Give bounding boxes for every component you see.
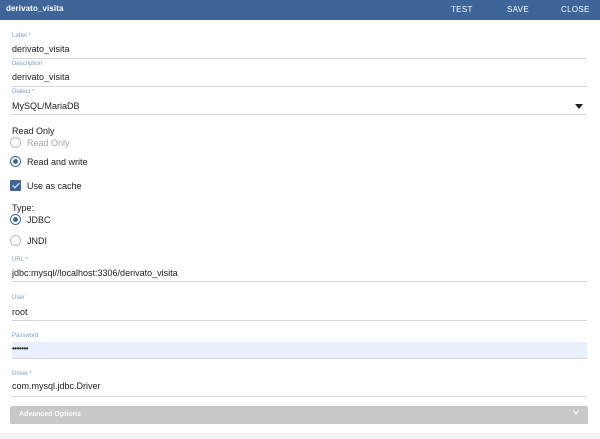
label-field-label: Label *	[12, 33, 31, 39]
description-field-label: Description	[12, 61, 43, 67]
label-field-value[interactable]: derivato_visita	[12, 44, 70, 54]
driver-field[interactable]: Driver * com.mysql.jdbc.Driver	[12, 371, 587, 397]
title-bar: derivato_visita TEST SAVE CLOSE	[0, 0, 600, 20]
radio-unchecked-icon[interactable]	[10, 137, 21, 148]
password-autofill-background	[12, 342, 587, 358]
url-field-value[interactable]: jdbc:mysql//localhost:3306/derivato_visi…	[12, 268, 178, 278]
window-title: derivato_visita	[6, 4, 64, 13]
url-field-underline	[12, 281, 587, 282]
test-button[interactable]: TEST	[451, 5, 473, 14]
datasource-form: Label * derivato_visita Description deri…	[0, 20, 600, 433]
password-field[interactable]: Password •••••••	[12, 333, 587, 359]
chevron-down-icon[interactable]	[572, 408, 580, 416]
radio-read-and-write-label: Read and write	[27, 157, 88, 167]
description-field-underline	[12, 86, 587, 87]
advanced-options-panel[interactable]: Advanced Options	[10, 406, 588, 424]
dialect-select-value[interactable]: MySQL/MariaDB	[12, 101, 80, 111]
radio-jdbc-label: JDBC	[27, 215, 51, 225]
label-field[interactable]: Label * derivato_visita	[12, 33, 587, 59]
user-field-value[interactable]: root	[12, 307, 28, 317]
advanced-options-label: Advanced Options	[19, 411, 81, 418]
user-field-underline	[12, 320, 587, 321]
password-field-underline	[12, 358, 587, 359]
radio-read-only-label: Read Only	[27, 138, 70, 148]
save-button[interactable]: SAVE	[507, 5, 529, 14]
dialect-select-label: Dialect *	[12, 89, 35, 95]
type-heading: Type:	[12, 203, 35, 213]
password-field-label: Password	[12, 333, 39, 339]
dialect-select-underline	[12, 114, 587, 115]
use-as-cache-label: Use as cache	[27, 181, 82, 191]
user-field[interactable]: User root	[12, 295, 587, 321]
access-heading: Read Only	[12, 126, 55, 136]
password-field-value[interactable]: •••••••	[12, 344, 29, 353]
label-field-underline	[12, 58, 587, 59]
driver-field-underline	[12, 396, 587, 397]
url-field[interactable]: URL * jdbc:mysql//localhost:3306/derivat…	[12, 257, 587, 283]
description-field-value[interactable]: derivato_visita	[12, 72, 70, 82]
user-field-label: User	[12, 295, 25, 301]
radio-unchecked-icon[interactable]	[10, 235, 21, 246]
dialect-select[interactable]: Dialect * MySQL/MariaDB	[12, 89, 587, 115]
checkbox-checked-icon[interactable]	[10, 180, 21, 191]
driver-field-value[interactable]: com.mysql.jdbc.Driver	[12, 381, 101, 391]
url-field-label: URL *	[12, 257, 28, 263]
dropdown-arrow-icon[interactable]	[575, 104, 583, 109]
radio-checked-icon[interactable]	[10, 214, 21, 225]
radio-jndi-label: JNDI	[27, 236, 47, 246]
description-field[interactable]: Description derivato_visita	[12, 61, 587, 87]
driver-field-label: Driver *	[12, 371, 33, 377]
close-button[interactable]: CLOSE	[561, 5, 590, 14]
radio-checked-icon[interactable]	[10, 156, 21, 167]
